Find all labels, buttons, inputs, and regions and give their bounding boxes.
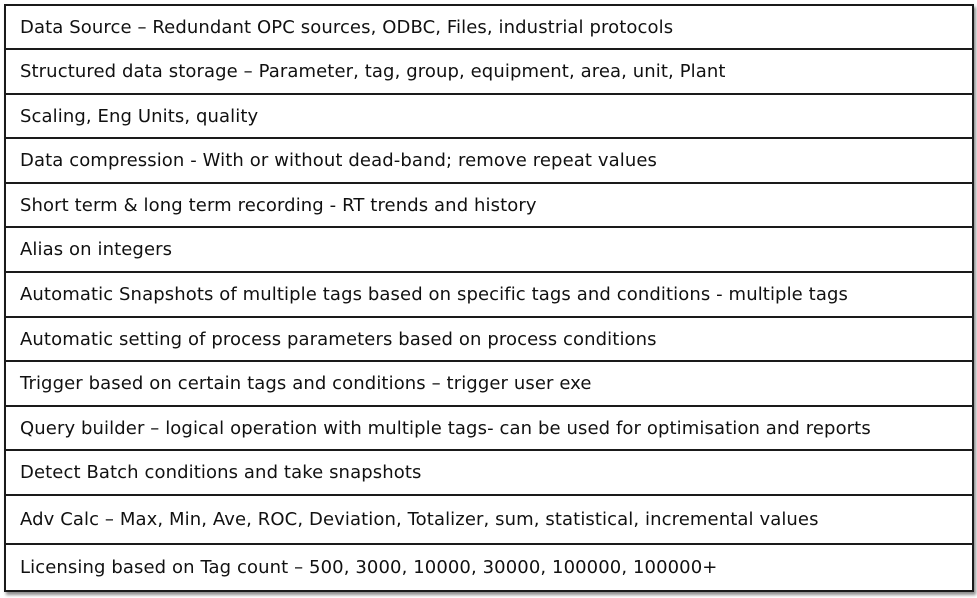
row-text: Query builder – logical operation with m… bbox=[20, 417, 871, 439]
table-row: Licensing based on Tag count – 500, 3000… bbox=[6, 545, 972, 590]
row-text: Automatic setting of process parameters … bbox=[20, 328, 657, 350]
table-row: Data compression - With or without dead-… bbox=[6, 139, 972, 184]
table-row: Adv Calc – Max, Min, Ave, ROC, Deviation… bbox=[6, 496, 972, 545]
row-text: Automatic Snapshots of multiple tags bas… bbox=[20, 284, 848, 305]
row-text: Licensing based on Tag count – 500, 3000… bbox=[20, 557, 718, 578]
table-row: Query builder – logical operation with m… bbox=[6, 407, 972, 451]
table-row: Automatic Snapshots of multiple tags bas… bbox=[6, 273, 972, 318]
row-text: Scaling, Eng Units, quality bbox=[20, 105, 259, 127]
row-text: Structured data storage – Parameter, tag… bbox=[20, 61, 726, 82]
row-text: Data Source – Redundant OPC sources, ODB… bbox=[20, 16, 674, 38]
row-text: Alias on integers bbox=[20, 239, 173, 260]
table-row: Detect Batch conditions and take snapsho… bbox=[6, 451, 972, 496]
table-row: Short term & long term recording - RT tr… bbox=[6, 184, 972, 228]
row-text: Adv Calc – Max, Min, Ave, ROC, Deviation… bbox=[20, 509, 819, 530]
row-text: Data compression - With or without dead-… bbox=[20, 150, 658, 171]
row-text: Detect Batch conditions and take snapsho… bbox=[20, 462, 422, 483]
table-row: Structured data storage – Parameter, tag… bbox=[6, 50, 972, 95]
table-row: Automatic setting of process parameters … bbox=[6, 318, 972, 362]
table-row: Trigger based on certain tags and condit… bbox=[6, 362, 972, 407]
row-text: Trigger based on certain tags and condit… bbox=[20, 373, 592, 394]
table-row: Scaling, Eng Units, quality bbox=[6, 95, 972, 139]
table-row: Data Source – Redundant OPC sources, ODB… bbox=[6, 6, 972, 50]
row-text: Short term & long term recording - RT tr… bbox=[20, 194, 537, 216]
feature-table: Data Source – Redundant OPC sources, ODB… bbox=[4, 4, 974, 592]
table-row: Alias on integers bbox=[6, 228, 972, 273]
